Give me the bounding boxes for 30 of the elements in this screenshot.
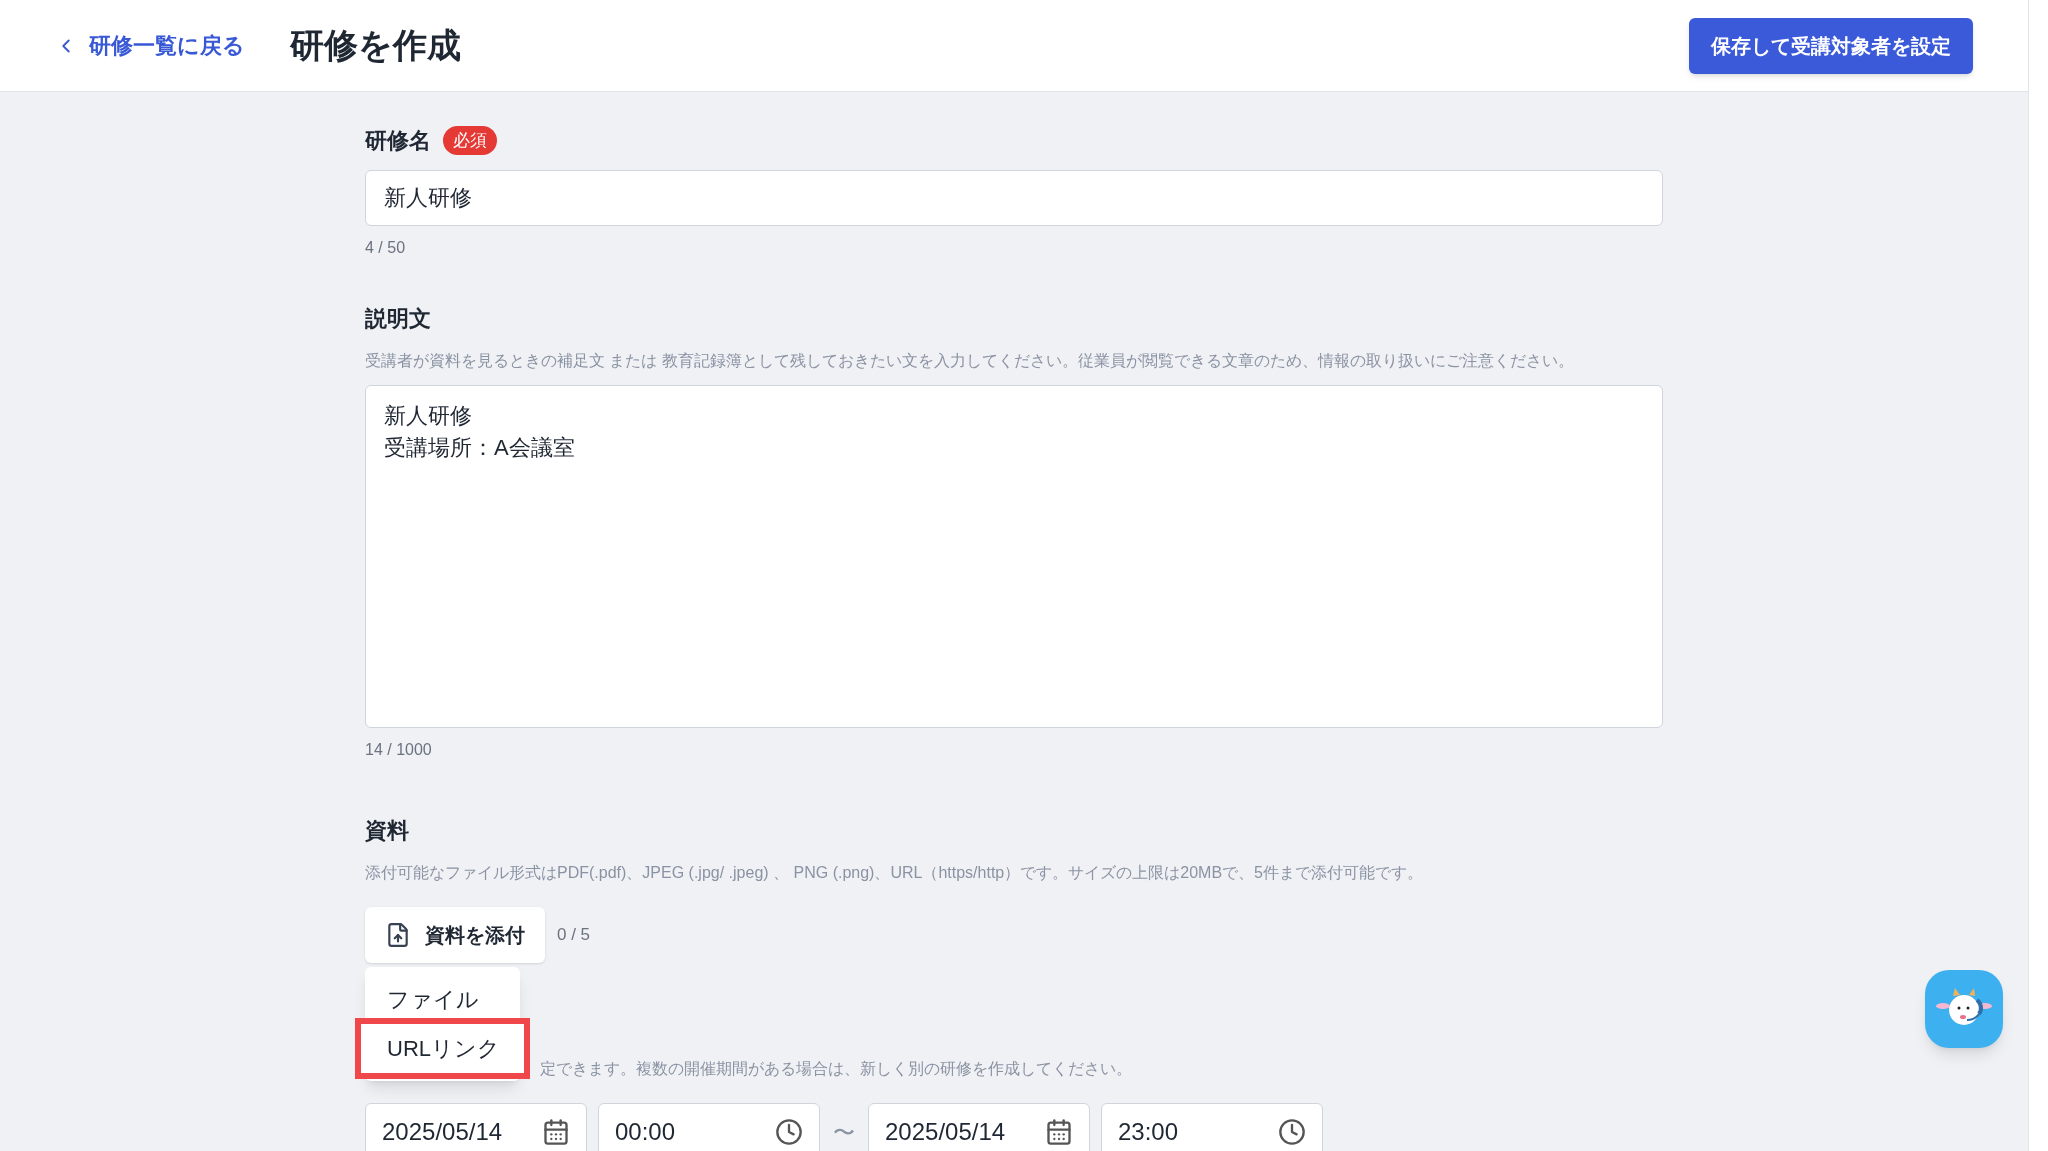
time-field[interactable]: 00:00 — [598, 1103, 820, 1151]
attach-button[interactable]: 資料を添付 — [365, 907, 545, 963]
description-textarea[interactable]: 新人研修 受講場所：A会議室 — [365, 385, 1663, 728]
field-label: 資料 — [365, 817, 409, 845]
calendar-icon — [542, 1118, 570, 1146]
range-separator: 〜 — [832, 1118, 856, 1147]
helper-text: 定できます。複数の開催期間がある場合は、新しく別の研修を作成してください。 — [539, 1059, 1132, 1079]
field-label: 研修名 — [365, 127, 431, 155]
page-title: 研修を作成 — [290, 25, 461, 66]
attachment-count: 0 / 5 — [557, 924, 591, 947]
text-line: 新人研修 — [384, 402, 472, 430]
helper-text: 受講者が資料を見るときの補足文 または 教育記録簿として残しておきたい文を入力してください。従業員が閲覧できる文章のため、情報の取り扱いにご注意ください。 — [365, 351, 1574, 371]
time-field[interactable]: 23:00 — [1101, 1103, 1323, 1151]
clock-icon — [775, 1118, 803, 1146]
save-button[interactable]: 保存して受講対象者を設定 — [1689, 17, 1973, 74]
name-input[interactable]: 新人研修 — [365, 170, 1663, 226]
character-counter: 14 / 1000 — [365, 740, 432, 760]
clock-icon — [1278, 1118, 1306, 1146]
calendar-icon — [1045, 1118, 1073, 1146]
chat-support-button[interactable] — [1925, 970, 2003, 1048]
field-label: 説明文 — [365, 305, 431, 333]
menu-item[interactable]: ファイル — [365, 975, 520, 1024]
text-line: 受講場所：A会議室 — [384, 434, 575, 462]
required-badge: 必須 — [443, 125, 497, 156]
helper-text: 添付可能なファイル形式はPDF(.pdf)、JPEG (.jpg/ .jpeg) 、 PNG (.png)、URL（https/http）です。サイズの上限は20MBで、5件まで添付可能です。 — [365, 863, 1423, 883]
date-field[interactable]: 2025/05/14 — [365, 1103, 587, 1151]
file-upload-icon — [385, 922, 411, 948]
date-field[interactable]: 2025/05/14 — [868, 1103, 1090, 1151]
back-link[interactable]: 研修一覧に戻る — [55, 29, 245, 62]
character-counter: 4 / 50 — [365, 238, 406, 258]
